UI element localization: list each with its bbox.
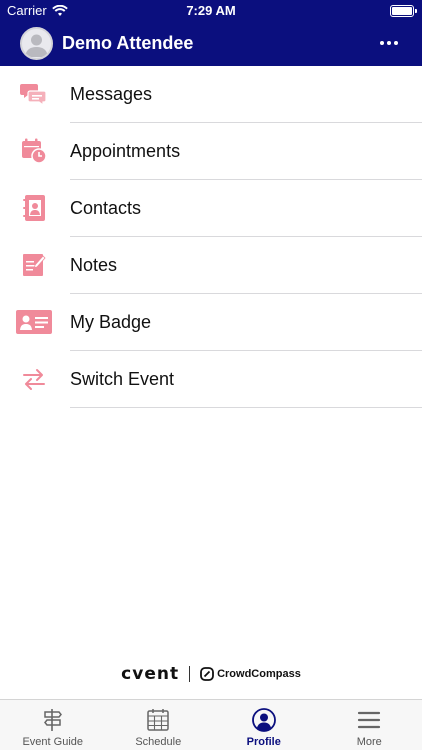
crowdcompass-label: CrowdCompass bbox=[217, 668, 301, 680]
calendar-icon bbox=[147, 709, 169, 731]
menu-icon bbox=[358, 711, 381, 729]
contacts-icon bbox=[14, 192, 54, 224]
nav-header: Demo Attendee bbox=[0, 22, 422, 66]
avatar[interactable] bbox=[20, 27, 53, 60]
avatar-placeholder-icon bbox=[25, 34, 48, 57]
menu-item-appointments[interactable]: Appointments bbox=[0, 123, 422, 180]
profile-icon bbox=[251, 708, 276, 732]
dot-icon bbox=[387, 41, 391, 45]
tab-label: Event Guide bbox=[22, 736, 84, 748]
dot-icon bbox=[394, 41, 398, 45]
brand-divider bbox=[189, 666, 191, 682]
crowdcompass-logo: CrowdCompass bbox=[200, 667, 301, 681]
signpost-icon bbox=[43, 709, 62, 731]
tab-bar: Event Guide Schedule Profile More bbox=[0, 699, 422, 750]
battery-icon bbox=[390, 5, 417, 17]
menu-item-my-badge[interactable]: My Badge bbox=[0, 294, 422, 351]
menu-item-switch-event[interactable]: Switch Event bbox=[0, 351, 422, 408]
menu-item-label: Contacts bbox=[70, 198, 142, 218]
tab-event-guide[interactable]: Event Guide bbox=[0, 700, 106, 750]
status-bar: Carrier 7:29 AM bbox=[0, 0, 422, 22]
badge-icon bbox=[14, 306, 54, 338]
profile-menu: Messages Appointments Contacts Notes My … bbox=[0, 66, 422, 408]
switch-icon bbox=[14, 363, 54, 395]
menu-item-label: Switch Event bbox=[70, 369, 175, 389]
menu-item-label: My Badge bbox=[70, 312, 152, 332]
appointments-icon bbox=[14, 135, 54, 167]
menu-item-notes[interactable]: Notes bbox=[0, 237, 422, 294]
menu-item-messages[interactable]: Messages bbox=[0, 66, 422, 123]
brand-footer: cvent CrowdCompass bbox=[0, 663, 422, 685]
menu-item-label: Messages bbox=[70, 84, 153, 104]
more-options-button[interactable] bbox=[380, 36, 400, 50]
tab-label: Profile bbox=[246, 736, 281, 748]
tab-label: Schedule bbox=[135, 736, 182, 748]
menu-item-contacts[interactable]: Contacts bbox=[0, 180, 422, 237]
dot-icon bbox=[380, 41, 384, 45]
tab-schedule[interactable]: Schedule bbox=[106, 700, 212, 750]
notes-icon bbox=[14, 249, 54, 281]
tab-more[interactable]: More bbox=[317, 700, 422, 750]
status-time: 7:29 AM bbox=[186, 3, 236, 18]
menu-item-label: Notes bbox=[70, 255, 118, 275]
crowdcompass-mark-icon bbox=[200, 667, 214, 681]
page-title: Demo Attendee bbox=[62, 33, 194, 53]
divider bbox=[70, 407, 422, 408]
messages-icon bbox=[14, 78, 54, 110]
cvent-logo: cvent bbox=[121, 664, 180, 684]
menu-item-label: Appointments bbox=[70, 141, 181, 161]
tab-label: More bbox=[356, 736, 382, 748]
tab-profile[interactable]: Profile bbox=[211, 700, 317, 750]
